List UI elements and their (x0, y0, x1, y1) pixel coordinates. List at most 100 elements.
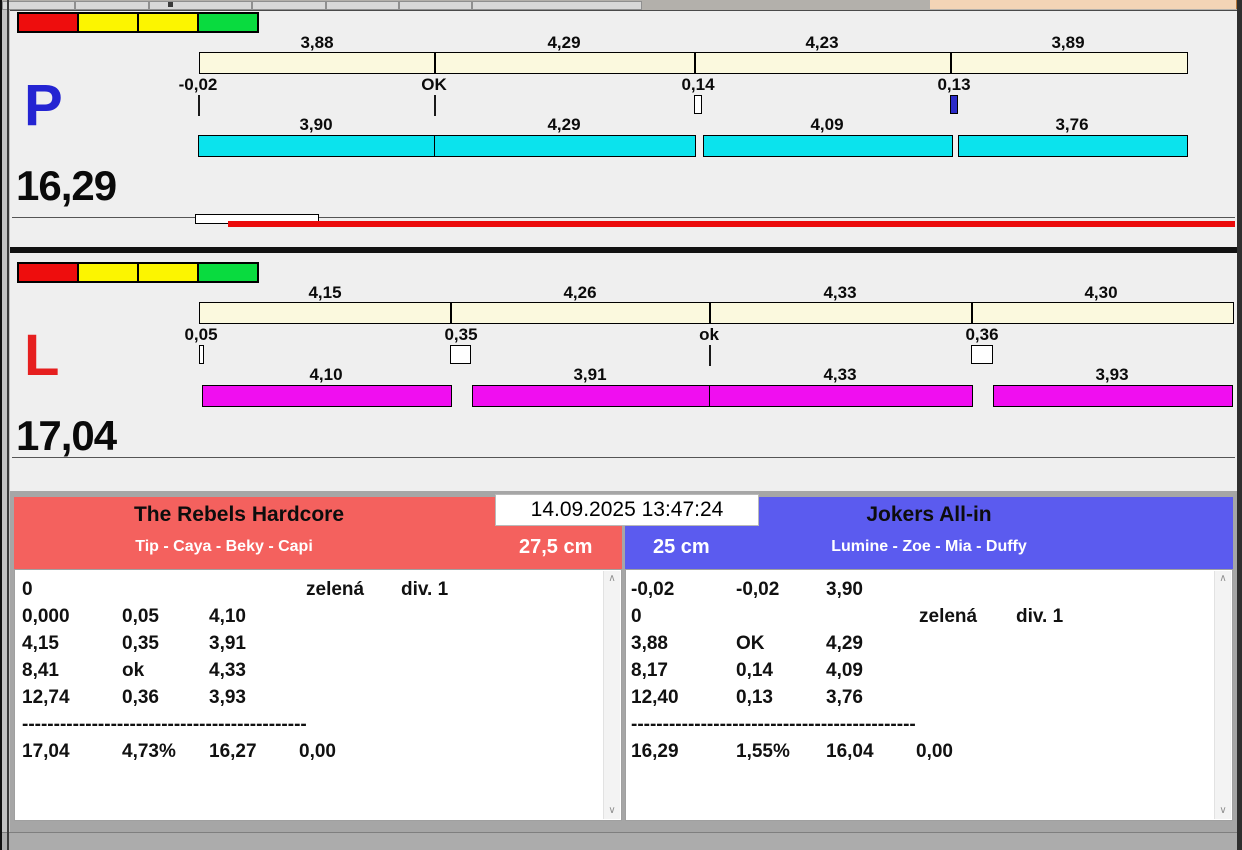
report-value: 8,41 (22, 660, 59, 681)
report-value: 0,35 (122, 633, 159, 654)
split-time-label: 4,23 (805, 33, 839, 52)
start-lights (17, 12, 259, 33)
report-value: 1,55% (736, 741, 790, 762)
run-report-right[interactable]: -0,02 -0,02 3,90 0 zelená div. 1 3,88 OK 4,29 8,1… (625, 569, 1233, 821)
report-line: 16,29 1,55% 16,04 0,00 (626, 741, 1214, 768)
split-time-label: 4,26 (563, 283, 597, 302)
report-value: 3,91 (209, 633, 246, 654)
report-line: -0,02 -0,02 3,90 (626, 579, 1214, 606)
report-value: ----------------------------------------… (631, 714, 916, 735)
change-loss-box (199, 345, 204, 364)
report-value: div. 1 (1016, 606, 1064, 627)
report-value: div. 1 (401, 579, 449, 600)
scrollbar[interactable]: ∧ ∨ (603, 571, 620, 819)
report-value: 0 (22, 579, 33, 600)
window-title-strip (930, 0, 1242, 9)
run-report-text: 0 zelená div. 1 0,000 0,05 4,10 4,15 0,35 3,91 8,… (15, 579, 603, 820)
change-label: 0,36 (965, 325, 999, 344)
report-value: 0,14 (736, 660, 773, 681)
change-label: -0,02 (178, 75, 218, 94)
window-bottom-edge (0, 832, 1242, 850)
report-line: 3,88 OK 4,29 (626, 633, 1214, 660)
toolbar-button[interactable] (75, 1, 149, 10)
report-value: 3,76 (826, 687, 863, 708)
race-view: 3,88 4,29 4,23 3,89 -0,02 OK 0,14 0,13 3,90 4,29 4… (10, 10, 1237, 833)
change-label: 0,13 (937, 75, 971, 94)
change-loss-box (950, 95, 958, 114)
change-label: 0,14 (681, 75, 715, 94)
toolbar-button[interactable] (2, 1, 75, 10)
dog-time-label: 3,91 (573, 365, 607, 384)
toolbar-button[interactable] (149, 1, 252, 10)
total-time: 17,04 (16, 412, 117, 459)
report-value: 3,90 (826, 579, 863, 600)
team-name: The Rebels Hardcore (133, 503, 345, 526)
light-green (197, 12, 259, 33)
change-loss-box (971, 345, 993, 364)
lane-letter: L (24, 323, 60, 388)
change-label: 0,35 (444, 325, 478, 344)
change-label: ok (699, 325, 719, 344)
dog-run-bar (198, 135, 436, 157)
split-time-label: 4,30 (1084, 283, 1118, 302)
report-line: 4,15 0,35 3,91 (15, 633, 603, 660)
report-value: 4,10 (209, 606, 246, 627)
window-right-border (1237, 0, 1242, 850)
report-line: 8,41 ok 4,33 (15, 660, 603, 687)
run-report-left[interactable]: 0 zelená div. 1 0,000 0,05 4,10 4,15 0,35 3,91 8,… (14, 569, 622, 821)
report-value: OK (736, 633, 765, 654)
dog-time-label: 4,09 (810, 115, 844, 134)
dog-time-label: 4,33 (823, 365, 857, 384)
split-divider (450, 302, 452, 324)
jump-height-label: 27,5 cm (519, 536, 593, 558)
report-line: 8,17 0,14 4,09 (626, 660, 1214, 687)
light-red (17, 12, 79, 33)
report-line: 12,40 0,13 3,76 (626, 687, 1214, 714)
toolbar-button[interactable] (399, 1, 472, 10)
team-splits-bar (199, 302, 1234, 324)
dog-run-bar (709, 385, 973, 407)
report-value: ok (122, 660, 145, 681)
report-value: -0,02 (736, 579, 780, 600)
scrollbar[interactable]: ∧ ∨ (1214, 571, 1231, 819)
scroll-up-icon[interactable]: ∧ (1215, 572, 1231, 586)
report-line: ----------------------------------------… (15, 714, 603, 741)
dog-time-label: 4,10 (309, 365, 343, 384)
team-dog-lineup: Lumine - Zoe - Mia - Duffy (831, 538, 1027, 555)
scroll-down-icon[interactable]: ∨ (604, 804, 620, 818)
split-time-label: 3,89 (1051, 33, 1085, 52)
dog-run-bar (703, 135, 953, 157)
toolbar-button[interactable] (326, 1, 399, 10)
toolbar-button[interactable] (252, 1, 326, 10)
report-value: 4,73% (122, 741, 176, 762)
scroll-up-icon[interactable]: ∧ (604, 572, 620, 586)
split-divider (694, 52, 696, 74)
report-value: 16,27 (209, 741, 257, 762)
change-tick (709, 345, 711, 366)
dog-run-bar (993, 385, 1233, 407)
report-line: 17,04 4,73% 16,27 0,00 (15, 741, 603, 768)
datetime-display: 14.09.2025 13:47:24 (495, 494, 759, 526)
report-line: 0 zelená div. 1 (15, 579, 603, 606)
report-value: 8,17 (631, 660, 668, 681)
toolbar-button[interactable] (472, 1, 642, 10)
report-line: 12,74 0,36 3,93 (15, 687, 603, 714)
change-label: 0,05 (184, 325, 218, 344)
report-value: zelená (919, 606, 978, 627)
light-red (17, 262, 79, 283)
report-value: 16,04 (826, 741, 874, 762)
change-loss-box (450, 345, 471, 364)
report-value: 16,29 (631, 741, 679, 762)
report-line: 0 zelená div. 1 (626, 606, 1214, 633)
report-value: 3,88 (631, 633, 668, 654)
report-value: 4,15 (22, 633, 59, 654)
split-time-label: 4,15 (308, 283, 342, 302)
split-divider (709, 302, 711, 324)
dog-time-label: 3,90 (299, 115, 333, 134)
report-value: 0,36 (122, 687, 159, 708)
dog-time-label: 3,93 (1095, 365, 1129, 384)
dropdown-arrow-icon (168, 2, 173, 7)
scroll-down-icon[interactable]: ∨ (1215, 804, 1231, 818)
dog-time-label: 3,76 (1055, 115, 1089, 134)
report-value: 4,33 (209, 660, 246, 681)
